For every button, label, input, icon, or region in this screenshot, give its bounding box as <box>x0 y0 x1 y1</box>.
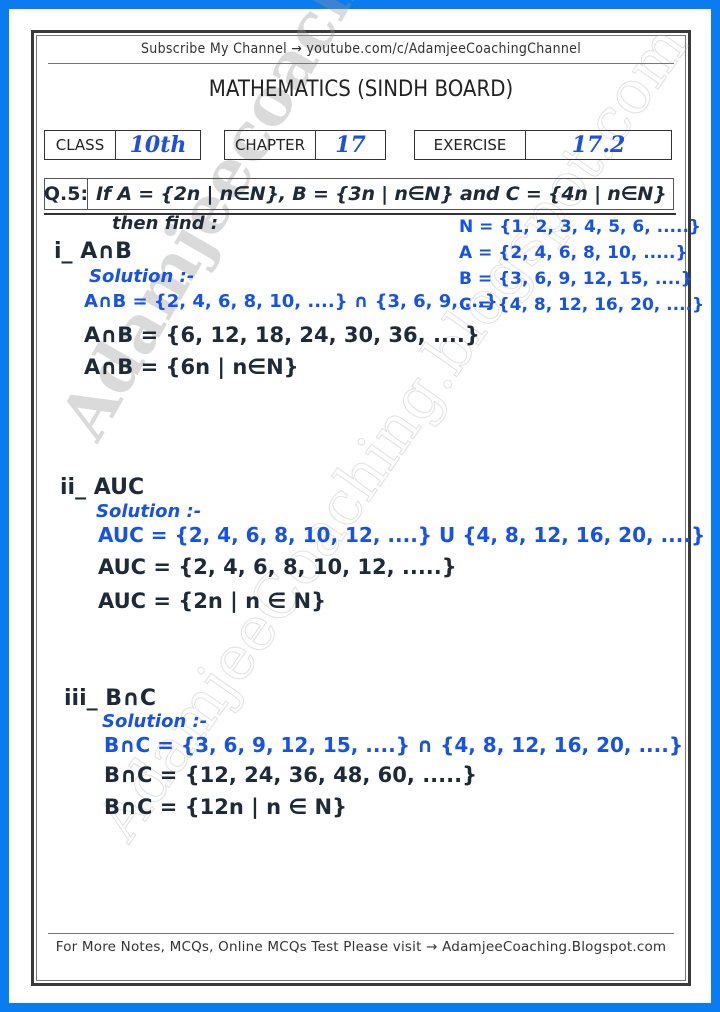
given-set-n: N = {1, 2, 3, 4, 5, 6, .....} <box>459 217 702 237</box>
then-find-text: then find : <box>112 213 219 234</box>
part-2-label: ii_ AUC <box>60 475 145 500</box>
class-label: CLASS <box>45 131 116 159</box>
part-3-line-3: B∩C = {12n | n ∈ N} <box>104 795 348 819</box>
given-set-b: B = {3, 6, 9, 12, 15, ....} <box>459 269 693 289</box>
part-3-solution-label: Solution :- <box>102 711 208 732</box>
channel-link[interactable]: Subscribe My Channel → youtube.com/c/Ada… <box>34 41 688 57</box>
chapter-box: CHAPTER 17 <box>224 130 386 160</box>
question-text: If A = {2n | n∈N}, B = {3n | n∈N} and C … <box>96 183 667 205</box>
header-divider <box>48 63 674 64</box>
part-1-line-1: A∩B = {2, 4, 6, 8, 10, ....} ∩ {3, 6, 9,… <box>84 291 498 312</box>
page: Adamjeecoaching.blogspot.com AdamjeeCoac… <box>9 0 711 1003</box>
worksheet-frame: Adamjeecoaching.blogspot.com AdamjeeCoac… <box>31 0 705 986</box>
question-number: Q.5: <box>44 179 88 209</box>
exercise-box: EXERCISE 17.2 <box>414 130 672 160</box>
part-2-line-1: AUC = {2, 4, 6, 8, 10, 12, ....} U {4, 8… <box>98 523 706 547</box>
question-box: Q.5: If A = {2n | n∈N}, B = {3n | n∈N} a… <box>44 178 674 210</box>
exercise-label: EXERCISE <box>415 131 526 159</box>
footer-link[interactable]: For More Notes, MCQs, Online MCQs Test P… <box>34 939 688 955</box>
chapter-label: CHAPTER <box>225 131 316 159</box>
part-1-line-2: A∩B = {6, 12, 18, 24, 30, 36, ....} <box>84 323 480 347</box>
part-2-line-3: AUC = {2n | n ∈ N} <box>98 589 327 613</box>
part-1-line-3: A∩B = {6n | n∈N} <box>84 355 299 379</box>
given-set-a: A = {2, 4, 6, 8, 10, .....} <box>459 243 688 263</box>
part-3-line-1: B∩C = {3, 6, 9, 12, 15, ....} ∩ {4, 8, 1… <box>104 733 684 757</box>
page-title: MATHEMATICS (SINDH BOARD) <box>208 77 514 102</box>
part-3-label: iii_ B∩C <box>64 686 157 711</box>
exercise-value: 17.2 <box>571 132 626 158</box>
footer-divider <box>48 933 674 934</box>
class-value: 10th <box>129 132 187 158</box>
part-1-solution-label: Solution :- <box>89 266 195 287</box>
chapter-value: 17 <box>335 132 366 158</box>
part-3-line-2: B∩C = {12, 24, 36, 48, 60, .....} <box>104 763 478 787</box>
part-2-solution-label: Solution :- <box>96 501 202 522</box>
class-box: CLASS 10th <box>44 130 201 160</box>
part-2-line-2: AUC = {2, 4, 6, 8, 10, 12, .....} <box>98 555 457 579</box>
part-1-label: i_ A∩B <box>54 239 132 264</box>
